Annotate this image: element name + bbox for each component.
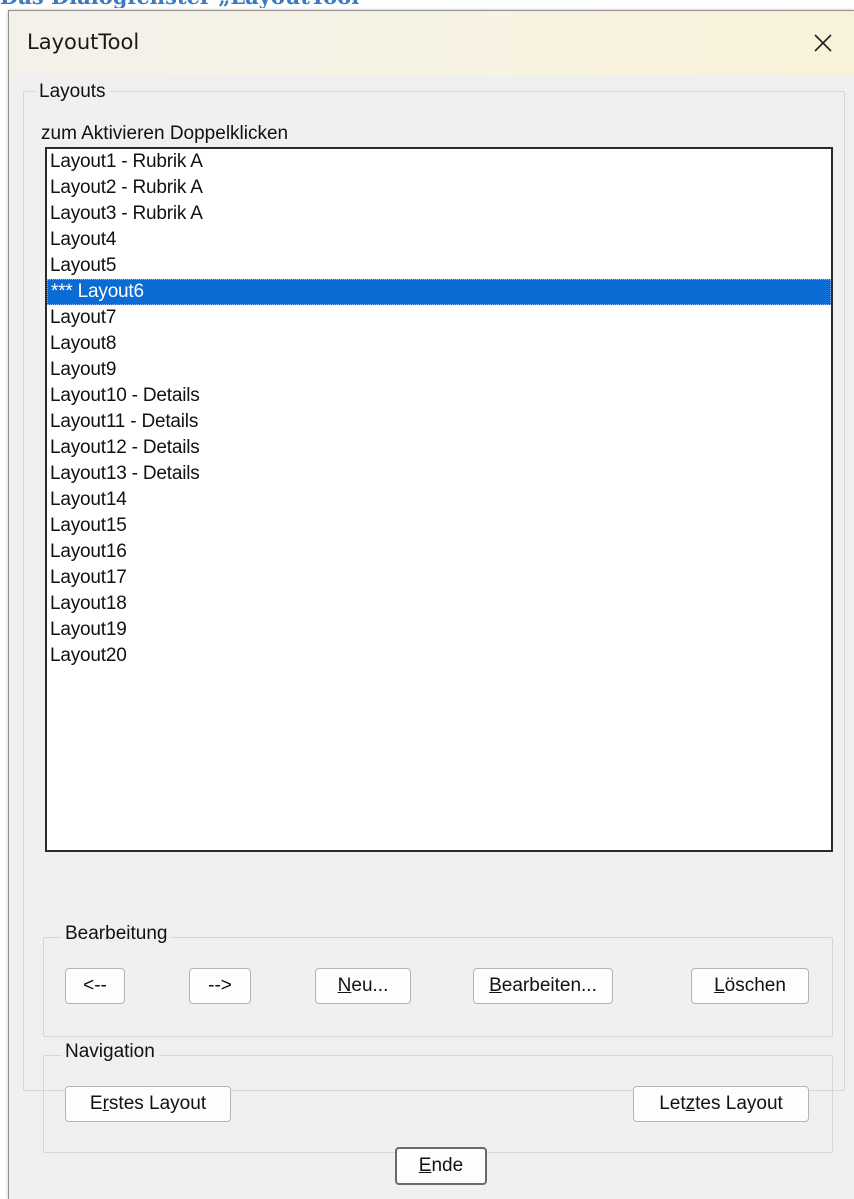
new-button[interactable]: Neu... [315,968,411,1004]
list-item[interactable]: Layout18 [47,591,831,617]
list-item[interactable]: Layout5 [47,253,831,279]
new-label: eu... [351,975,389,996]
end-button[interactable]: Ende [395,1147,487,1185]
window-title: LayoutTool [27,30,140,54]
list-item[interactable]: Layout10 - Details [47,383,831,409]
last-layout-button[interactable]: Let z tes Layout [633,1086,809,1122]
edit-label: earbeiten... [501,975,597,996]
delete-label: öschen [724,975,786,996]
first-layout-button[interactable]: Er stes Layout [65,1086,231,1122]
close-button[interactable] [792,11,854,75]
list-item[interactable]: Layout17 [47,565,831,591]
list-item[interactable]: Layout16 [47,539,831,565]
layouts-group-label: Layouts [35,81,110,103]
list-item[interactable]: Layout9 [47,357,831,383]
move-up-button[interactable]: <-- [65,968,125,1004]
list-item[interactable]: Layout13 - Details [47,461,831,487]
last-layout-mnemonic: z [685,1093,696,1114]
list-item[interactable]: Layout2 - Rubrik A [47,175,831,201]
move-up-label: <-- [83,975,107,996]
list-item[interactable]: Layout11 - Details [47,409,831,435]
new-mnemonic: N [337,975,352,996]
last-layout-pre: Let [659,1093,686,1114]
title-bar: LayoutTool [9,11,854,75]
layouts-listbox[interactable]: Layout1 - Rubrik A Layout2 - Rubrik A Layo… [45,147,833,852]
layouttool-dialog: LayoutTool Layouts zum Aktivieren Doppel… [8,10,854,1199]
move-down-button[interactable]: --> [189,968,251,1004]
list-item[interactable]: Layout3 - Rubrik A [47,201,831,227]
list-item[interactable]: Layout20 [47,643,831,669]
navigation-group-label: Navigation [61,1041,159,1063]
move-down-label: --> [208,975,232,996]
list-item[interactable]: Layout12 - Details [47,435,831,461]
close-icon [814,34,832,52]
list-item[interactable]: Layout7 [47,305,831,331]
end-label: nde [431,1155,464,1176]
delete-mnemonic: L [714,975,725,996]
list-item[interactable]: *** Layout6 [47,279,831,305]
edit-mnemonic: B [489,975,502,996]
bearbeitung-group-label: Bearbeitung [61,923,172,945]
delete-button[interactable]: Löschen [691,968,809,1004]
list-item[interactable]: Layout14 [47,487,831,513]
double-click-hint: zum Aktivieren Doppelklicken [41,123,289,144]
list-item[interactable]: Layout19 [47,617,831,643]
last-layout-label: tes Layout [695,1093,783,1114]
list-item[interactable]: Layout8 [47,331,831,357]
list-item[interactable]: Layout15 [47,513,831,539]
first-layout-pre: E [89,1093,103,1114]
end-mnemonic: E [418,1155,432,1176]
list-item[interactable]: Layout1 - Rubrik A [47,149,831,175]
document-heading: Das Dialogfenster „LayoutTool“ [0,0,420,8]
first-layout-label: stes Layout [108,1093,207,1114]
edit-button[interactable]: Bearbeiten... [473,968,613,1004]
list-item[interactable]: Layout4 [47,227,831,253]
